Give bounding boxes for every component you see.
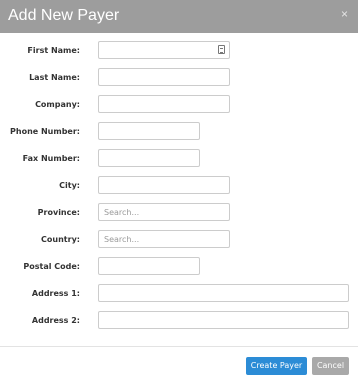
first-name-input[interactable] <box>98 41 230 59</box>
city-label: City: <box>59 181 80 190</box>
province-label: Province: <box>37 208 80 217</box>
create-payer-button[interactable]: Create Payer <box>246 357 307 375</box>
dialog-title: Add New Payer <box>8 7 120 24</box>
dialog-header: Add New Payer × <box>0 0 358 33</box>
cancel-button[interactable]: Cancel <box>312 357 349 375</box>
address-1-input[interactable] <box>98 284 349 302</box>
fax-number-label: Fax Number: <box>22 154 80 163</box>
country-label: Country: <box>41 235 80 244</box>
country-row: Country: <box>0 230 358 250</box>
last-name-row: Last Name: <box>0 68 358 88</box>
close-icon[interactable]: × <box>341 7 348 21</box>
province-search-input[interactable] <box>98 203 230 221</box>
address-2-label: Address 2: <box>31 316 80 325</box>
fax-number-row: Fax Number: <box>0 149 358 169</box>
contact-card-icon[interactable] <box>218 45 225 54</box>
city-row: City: <box>0 176 358 196</box>
phone-number-row: Phone Number: <box>0 122 358 142</box>
address-1-row: Address 1: <box>0 284 358 304</box>
address-2-row: Address 2: <box>0 311 358 331</box>
province-row: Province: <box>0 203 358 223</box>
company-row: Company: <box>0 95 358 115</box>
postal-code-label: Postal Code: <box>23 262 80 271</box>
country-search-input[interactable] <box>98 230 230 248</box>
city-input[interactable] <box>98 176 230 194</box>
company-input[interactable] <box>98 95 230 113</box>
company-label: Company: <box>35 100 80 109</box>
first-name-label: First Name: <box>27 46 80 55</box>
first-name-row: First Name: <box>0 41 358 61</box>
address-1-label: Address 1: <box>31 289 80 298</box>
last-name-input[interactable] <box>98 68 230 86</box>
postal-code-row: Postal Code: <box>0 257 358 277</box>
fax-number-input[interactable] <box>98 149 200 167</box>
footer-divider <box>0 346 358 347</box>
postal-code-input[interactable] <box>98 257 200 275</box>
last-name-label: Last Name: <box>29 73 80 82</box>
phone-number-label: Phone Number: <box>10 127 80 136</box>
address-2-input[interactable] <box>98 311 349 329</box>
phone-number-input[interactable] <box>98 122 200 140</box>
